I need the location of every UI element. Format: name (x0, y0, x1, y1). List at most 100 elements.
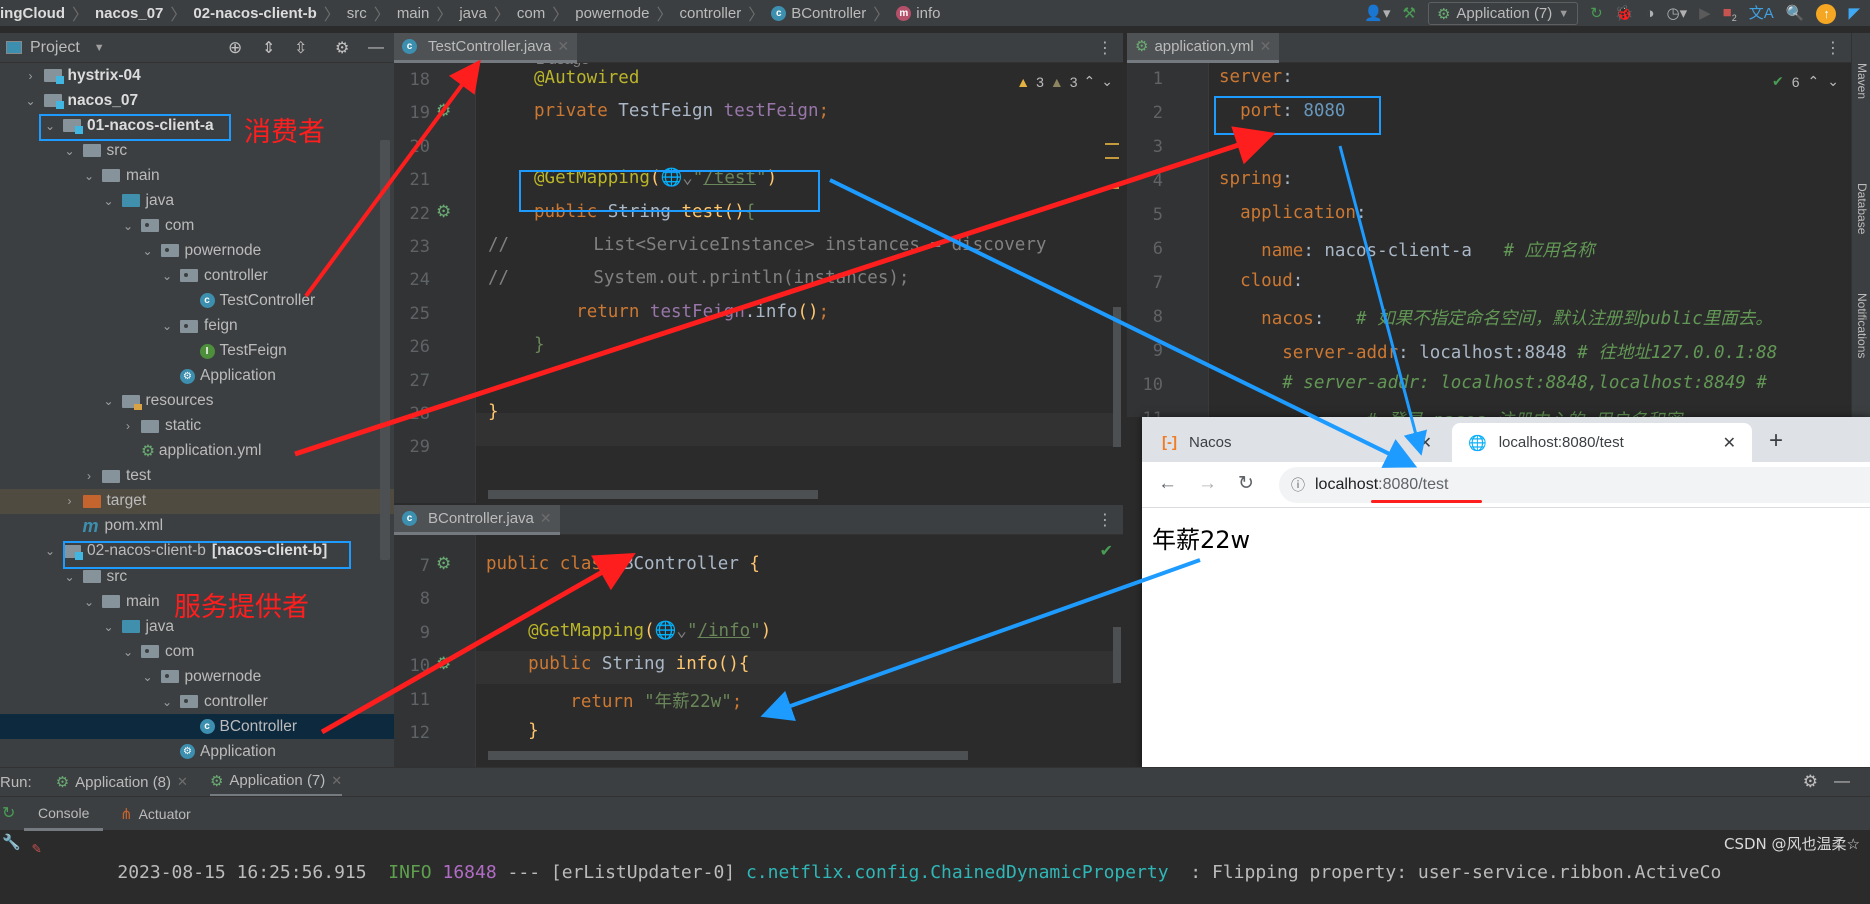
breadcrumb-item[interactable]: ingCloud (0, 5, 65, 22)
debug-bug-icon[interactable]: 🐞 (1615, 6, 1634, 21)
next-highlight-icon[interactable]: ⌄ (1101, 73, 1113, 90)
breadcrumb-item[interactable]: main (397, 5, 430, 22)
translate-icon[interactable]: 文A (1749, 6, 1774, 21)
code-line[interactable]: } (534, 335, 545, 355)
chevron-down-icon[interactable]: ⌄ (82, 169, 96, 183)
more-options-icon[interactable]: ⋮ (1097, 510, 1113, 530)
close-icon[interactable]: ✕ (1419, 433, 1432, 453)
breadcrumb-item[interactable]: java (459, 5, 487, 22)
user-icon[interactable]: 👤▾ (1364, 6, 1390, 21)
code-line[interactable]: } (486, 721, 539, 741)
code-line[interactable]: @GetMapping(🌐⌄"/info") (486, 621, 771, 641)
close-icon[interactable]: ✕ (540, 510, 552, 527)
project-view-select[interactable]: Project (30, 39, 80, 57)
close-icon[interactable]: ✕ (1260, 38, 1272, 55)
tree-item[interactable]: › hystrix-04 (0, 63, 394, 88)
code-line[interactable]: return "年薪22w"; (486, 688, 742, 713)
code-line[interactable]: private TestFeign testFeign; (534, 101, 829, 121)
search-icon[interactable]: 🔍 (1786, 6, 1805, 21)
toolbox-icon[interactable]: ◤ (1848, 6, 1860, 21)
tree-item[interactable]: ⌄ feign (0, 314, 394, 339)
new-tab-icon[interactable]: + (1769, 427, 1783, 455)
prev-highlight-icon[interactable]: ⌃ (1084, 73, 1096, 90)
close-icon[interactable]: ✕ (177, 774, 188, 790)
code-line[interactable]: application: (1219, 203, 1366, 223)
breadcrumb-item[interactable]: src (347, 5, 367, 22)
close-icon[interactable]: ✕ (1723, 433, 1736, 453)
minimize-icon[interactable]: — (368, 39, 384, 57)
code-line[interactable]: # 登录 nacos 注册中心的 用户名和密 (1219, 407, 1682, 417)
editor-bcontroller[interactable]: 7 public class BController {⚙ 8 9 @GetMappi… (394, 535, 1123, 767)
tree-item[interactable]: I TestFeign (0, 339, 394, 364)
code-line[interactable]: port: 8080 (1219, 101, 1345, 121)
chevron-down-icon[interactable]: ⌄ (43, 119, 57, 133)
console-output[interactable]: 🔧 ✎ 2023-08-15 16:25:56.915 INFO 16848 -… (0, 831, 1870, 883)
chevron-down-icon[interactable]: ⌄ (121, 219, 135, 233)
chevron-down-icon[interactable]: ⌄ (63, 570, 77, 584)
breadcrumb-item[interactable]: info (916, 5, 940, 22)
next-highlight-icon[interactable]: ⌄ (1827, 73, 1839, 90)
tree-item[interactable]: ⌄ 02-nacos-client-b [nacos-client-b] (0, 539, 394, 564)
code-line[interactable]: return testFeign.info(); (534, 302, 829, 322)
more-options-icon[interactable]: ⋮ (1825, 38, 1841, 58)
tree-item[interactable]: › target (0, 488, 394, 514)
tree-item[interactable]: ⌄ com (0, 213, 394, 238)
code-line[interactable]: public String test(){ (534, 202, 755, 222)
browser-tab-nacos[interactable]: [-] Nacos ✕ (1162, 423, 1432, 462)
notifications-tool-button[interactable]: Notifications (1855, 293, 1869, 358)
profile-icon[interactable]: ◷▾ (1667, 6, 1688, 21)
tree-item[interactable]: c TestController (0, 288, 394, 313)
wrench-icon[interactable]: 🔧 (2, 833, 21, 851)
tab-actuator[interactable]: ⋔ Actuator (120, 797, 191, 831)
code-line[interactable]: name: nacos-client-a # 应用名称 (1219, 237, 1594, 262)
code-line[interactable]: # server-addr: localhost:8848,localhost:… (1219, 373, 1767, 393)
tree-item[interactable]: ⌄ src (0, 138, 394, 163)
chevron-down-icon[interactable]: ⌄ (24, 94, 38, 108)
prev-highlight-icon[interactable]: ⌃ (1808, 73, 1820, 90)
tab-application-yml[interactable]: ⚙ application.yml ✕ (1127, 32, 1280, 63)
editor-application-yml[interactable]: ✔ 6 ⌃ ⌄ 1 server: 2 port: 8080 3 4 spring: 5 app… (1127, 63, 1851, 417)
tab-bcontroller[interactable]: c BController.java ✕ (394, 504, 560, 535)
code-line[interactable]: server: (1219, 67, 1293, 87)
code-line[interactable]: @Autowired (534, 68, 639, 88)
clear-icon[interactable]: ✎ (32, 839, 41, 857)
gear-icon[interactable]: ⚙ (335, 38, 349, 58)
run-tab-application-7[interactable]: ⚙ Application (7) ✕ (209, 768, 343, 797)
chevron-down-icon[interactable]: ⌄ (63, 144, 77, 158)
breadcrumb-item[interactable]: BController (791, 5, 866, 22)
chevron-right-icon[interactable]: › (121, 419, 135, 433)
tree-item[interactable]: ⌄ resources (0, 389, 394, 414)
tree-item[interactable]: ⌄ 01-nacos-client-a (0, 113, 394, 138)
code-line[interactable]: // System.out.println(instances); (488, 268, 909, 288)
tree-item[interactable]: ⌄ powernode (0, 664, 394, 689)
code-line[interactable]: public String info(){ (486, 654, 749, 674)
chevron-right-icon[interactable]: › (82, 469, 96, 483)
chevron-down-icon[interactable]: ⌄ (102, 194, 116, 208)
run-configuration-select[interactable]: ⚙ Application (7) ▼ (1427, 2, 1579, 25)
collapse-all-icon[interactable]: ⇳ (294, 38, 307, 58)
maven-tool-button[interactable]: Maven (1855, 63, 1869, 99)
spring-bean-gutter-icon[interactable]: ⚙ (436, 202, 451, 222)
horizontal-scrollbar[interactable] (488, 751, 968, 760)
more-options-icon[interactable]: ⋮ (1097, 38, 1113, 58)
chevron-down-icon[interactable]: ⌄ (141, 670, 155, 684)
tree-item[interactable]: ⌄ main (0, 163, 394, 188)
code-line[interactable]: spring: (1219, 169, 1293, 189)
tree-item[interactable]: ⌄ controller (0, 263, 394, 288)
tree-item[interactable]: c BController (0, 714, 394, 740)
tree-item[interactable]: ⚙ Application (0, 364, 394, 389)
code-line[interactable]: @GetMapping(🌐⌄"/test") (534, 168, 777, 188)
tree-item[interactable]: ⚙ Application (0, 739, 394, 764)
close-icon[interactable]: ✕ (557, 38, 569, 55)
tree-item[interactable]: ⌄ nacos_07 (0, 88, 394, 113)
coverage-icon[interactable]: ◑ (1645, 6, 1654, 21)
tree-item[interactable]: › static (0, 414, 394, 439)
spring-bean-gutter-icon[interactable]: ⚙ (436, 554, 451, 574)
spring-bean-gutter-icon[interactable]: ⚙ (436, 654, 451, 674)
vertical-scrollbar[interactable] (1113, 307, 1121, 447)
chevron-down-icon[interactable]: ⌄ (102, 620, 116, 634)
reload-icon[interactable]: ↻ (1238, 472, 1254, 495)
code-line[interactable]: public class BController { (486, 554, 760, 574)
tree-item[interactable]: ⌄ controller (0, 689, 394, 714)
run-tab-application-8[interactable]: ⚙ Application (8) ✕ (56, 768, 188, 797)
